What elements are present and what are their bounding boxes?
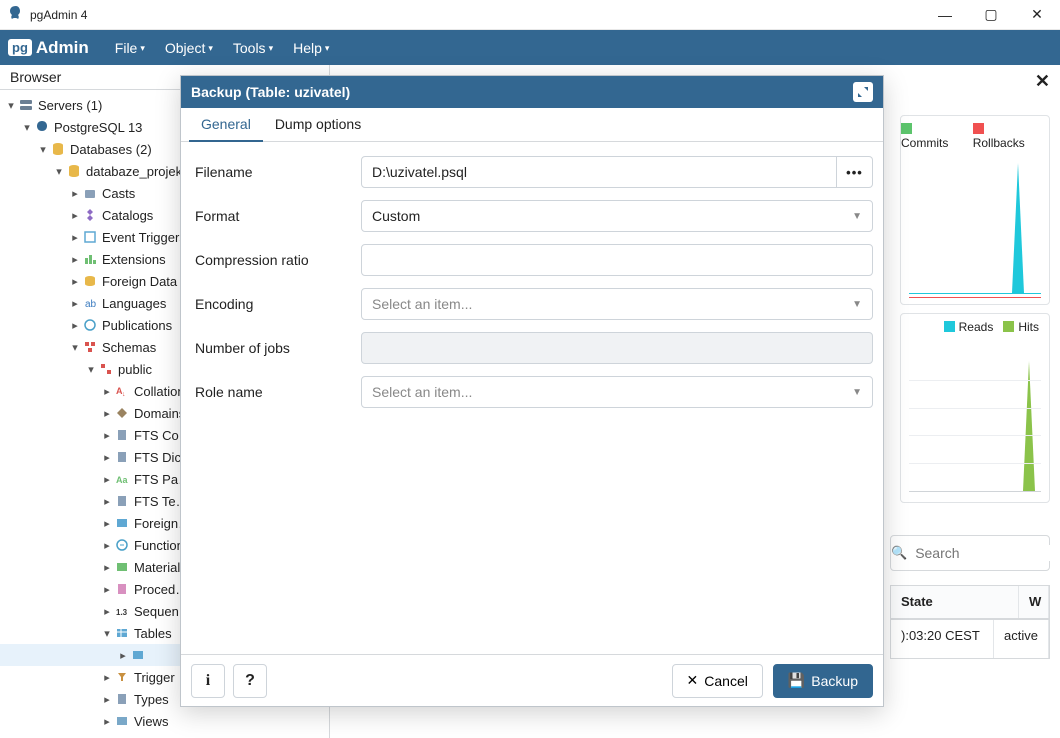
- filename-browse-button[interactable]: •••: [837, 156, 873, 188]
- save-icon: 💾: [788, 672, 805, 689]
- role-placeholder: Select an item...: [372, 384, 472, 400]
- label-jobs: Number of jobs: [191, 340, 361, 356]
- encoding-placeholder: Select an item...: [372, 296, 472, 312]
- dialog-expand-button[interactable]: [853, 82, 873, 102]
- label-encoding: Encoding: [191, 296, 361, 312]
- help-button[interactable]: ?: [233, 664, 267, 698]
- tab-general[interactable]: General: [189, 108, 263, 142]
- filename-input[interactable]: [361, 156, 837, 188]
- info-button[interactable]: i: [191, 664, 225, 698]
- label-role: Role name: [191, 384, 361, 400]
- dialog-body: Filename ••• Format Custom ▼ Compression…: [181, 142, 883, 654]
- chevron-down-icon: ▼: [852, 387, 862, 398]
- dialog-title: Backup (Table: uzivatel): [191, 84, 350, 100]
- jobs-input[interactable]: [361, 332, 873, 364]
- dialog-footer: i ? ✕Cancel 💾Backup: [181, 654, 883, 706]
- cancel-button[interactable]: ✕Cancel: [672, 664, 763, 698]
- format-select[interactable]: Custom ▼: [361, 200, 873, 232]
- close-icon: ✕: [687, 672, 699, 689]
- format-value: Custom: [372, 208, 420, 224]
- label-filename: Filename: [191, 164, 361, 180]
- encoding-select[interactable]: Select an item... ▼: [361, 288, 873, 320]
- role-select[interactable]: Select an item... ▼: [361, 376, 873, 408]
- label-compression: Compression ratio: [191, 252, 361, 268]
- backup-button[interactable]: 💾Backup: [773, 664, 873, 698]
- label-format: Format: [191, 208, 361, 224]
- tab-dump-options[interactable]: Dump options: [263, 108, 373, 141]
- dialog-tabs: General Dump options: [181, 108, 883, 142]
- backup-dialog: Backup (Table: uzivatel) General Dump op…: [180, 75, 884, 707]
- chevron-down-icon: ▼: [852, 299, 862, 310]
- dialog-header[interactable]: Backup (Table: uzivatel): [181, 76, 883, 108]
- compression-input[interactable]: [361, 244, 873, 276]
- chevron-down-icon: ▼: [852, 211, 862, 222]
